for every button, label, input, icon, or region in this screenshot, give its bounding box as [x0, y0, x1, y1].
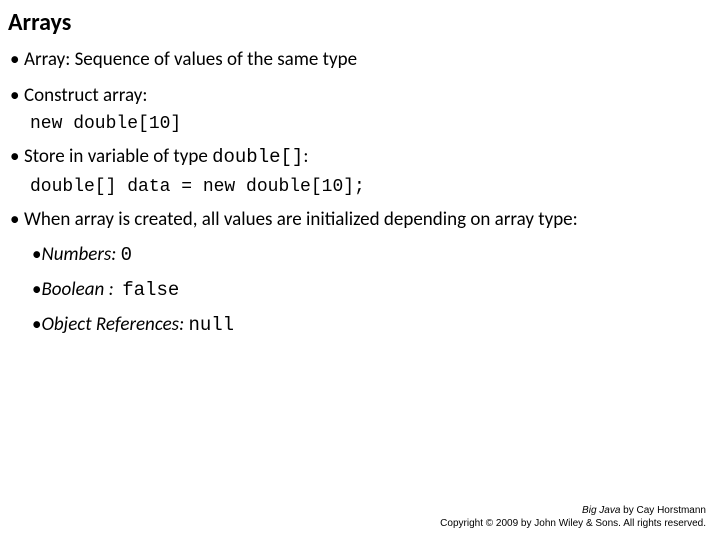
bullet-dot: •: [10, 144, 24, 170]
sub-bullet-value: 0: [121, 244, 132, 266]
bullet-dot: •: [10, 207, 24, 233]
inline-code: double[]: [212, 146, 303, 168]
footer-copyright: Copyright © 2009 by John Wiley & Sons. A…: [440, 517, 706, 530]
bullet-item: •Construct array: new double[10]: [10, 83, 706, 135]
bullet-item: •When array is created, all values are i…: [10, 207, 706, 336]
bullet-text-suffix: :: [303, 145, 308, 168]
footer-line-1: Big Java by Cay Horstmann: [440, 504, 706, 517]
bullet-dot: •: [10, 83, 24, 109]
sub-bullet-label: Numbers:: [41, 243, 116, 266]
sub-bullet-label: Object References:: [41, 313, 184, 336]
sub-bullet-value: null: [188, 314, 234, 336]
sub-bullet-item: •Object References: null: [32, 313, 706, 336]
bullet-dot: •: [10, 47, 24, 73]
footer: Big Java by Cay Horstmann Copyright © 20…: [440, 504, 706, 530]
sub-bullet-list: •Numbers: 0 •Boolean : false •Object Ref…: [32, 243, 706, 336]
footer-book-title: Big Java: [582, 505, 620, 516]
bullet-text: Construct array:: [24, 84, 147, 107]
bullet-item: •Array: Sequence of values of the same t…: [10, 47, 706, 73]
bullet-text-prefix: Store in variable of type: [24, 145, 212, 168]
bullet-item: •Store in variable of type double[]: dou…: [10, 144, 706, 197]
sub-bullet-value: false: [122, 279, 179, 301]
bullet-text: When array is created, all values are in…: [24, 208, 578, 231]
bullet-text: Array: Sequence of values of the same ty…: [24, 48, 357, 71]
bullet-list: •Array: Sequence of values of the same t…: [8, 47, 706, 336]
code-line: new double[10]: [30, 114, 706, 134]
sub-bullet-item: •Numbers: 0: [32, 243, 706, 266]
page-title: Arrays: [8, 8, 706, 37]
code-line: double[] data = new double[10];: [30, 177, 706, 197]
sub-bullet-item: •Boolean : false: [32, 278, 706, 301]
footer-author: by Cay Horstmann: [620, 505, 706, 516]
sub-bullet-label: Boolean :: [41, 278, 113, 301]
